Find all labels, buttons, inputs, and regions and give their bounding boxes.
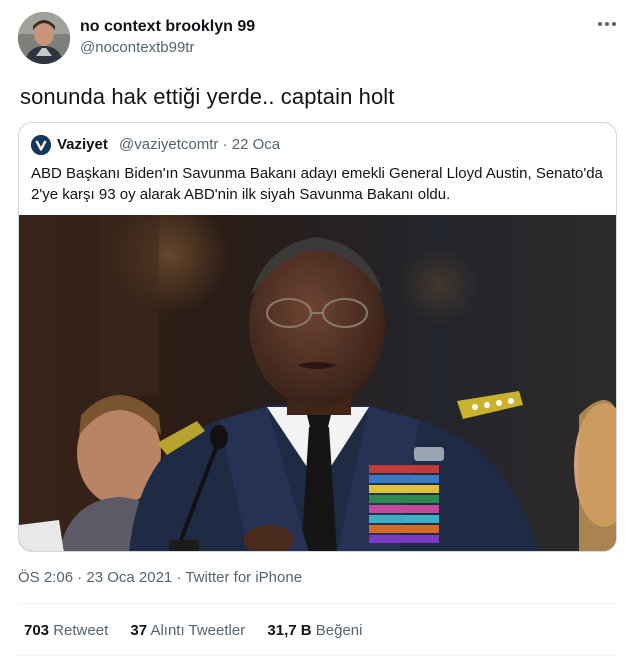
retweets-stat[interactable]: 703 Retweet [24, 622, 108, 639]
author-avatar[interactable] [18, 12, 70, 64]
divider [18, 603, 617, 604]
author-display-name[interactable]: no context brooklyn 99 [80, 18, 255, 36]
quotes-stat[interactable]: 37 Alıntı Tweetler [130, 622, 245, 639]
quoted-tweet[interactable]: Vaziyet @vaziyetcomtr · 22 Oca ABD Başka… [18, 122, 617, 552]
tweet-header: no context brooklyn 99 @nocontextb99tr [18, 12, 618, 66]
likes-label: Beğeni [315, 622, 363, 639]
quoted-tweet-text: ABD Başkanı Biden'ın Savunma Bakanı aday… [31, 165, 603, 203]
checkmark-v-logo-icon [31, 135, 51, 155]
tweet-stats: 703 Retweet 37 Alıntı Tweetler 31,7 B Be… [24, 622, 380, 639]
tweet-timestamp[interactable]: ÖS 2:06 · 23 Oca 2021 · Twitter for iPho… [18, 569, 302, 586]
tweet-card: no context brooklyn 99 @nocontextb99tr s… [0, 0, 635, 660]
likes-count: 31,7 B [267, 622, 312, 639]
quoted-tweet-photo[interactable] [19, 195, 616, 551]
more-options-icon[interactable] [596, 16, 618, 32]
user-avatar-icon [18, 12, 70, 64]
quotes-label: Alıntı Tweetler [150, 622, 246, 639]
divider [18, 655, 617, 656]
quoted-display-name[interactable]: Vaziyet [57, 136, 108, 153]
retweets-label: Retweet [53, 622, 109, 639]
tweet-text: sonunda hak ettiği yerde.. captain holt [20, 84, 395, 109]
likes-stat[interactable]: 31,7 B Beğeni [267, 622, 362, 639]
quotes-count: 37 [130, 622, 148, 639]
retweets-count: 703 [24, 622, 50, 639]
author-handle[interactable]: @nocontextb99tr [80, 39, 194, 56]
quoted-handle[interactable]: @vaziyetcomtr · 22 Oca [119, 136, 280, 153]
